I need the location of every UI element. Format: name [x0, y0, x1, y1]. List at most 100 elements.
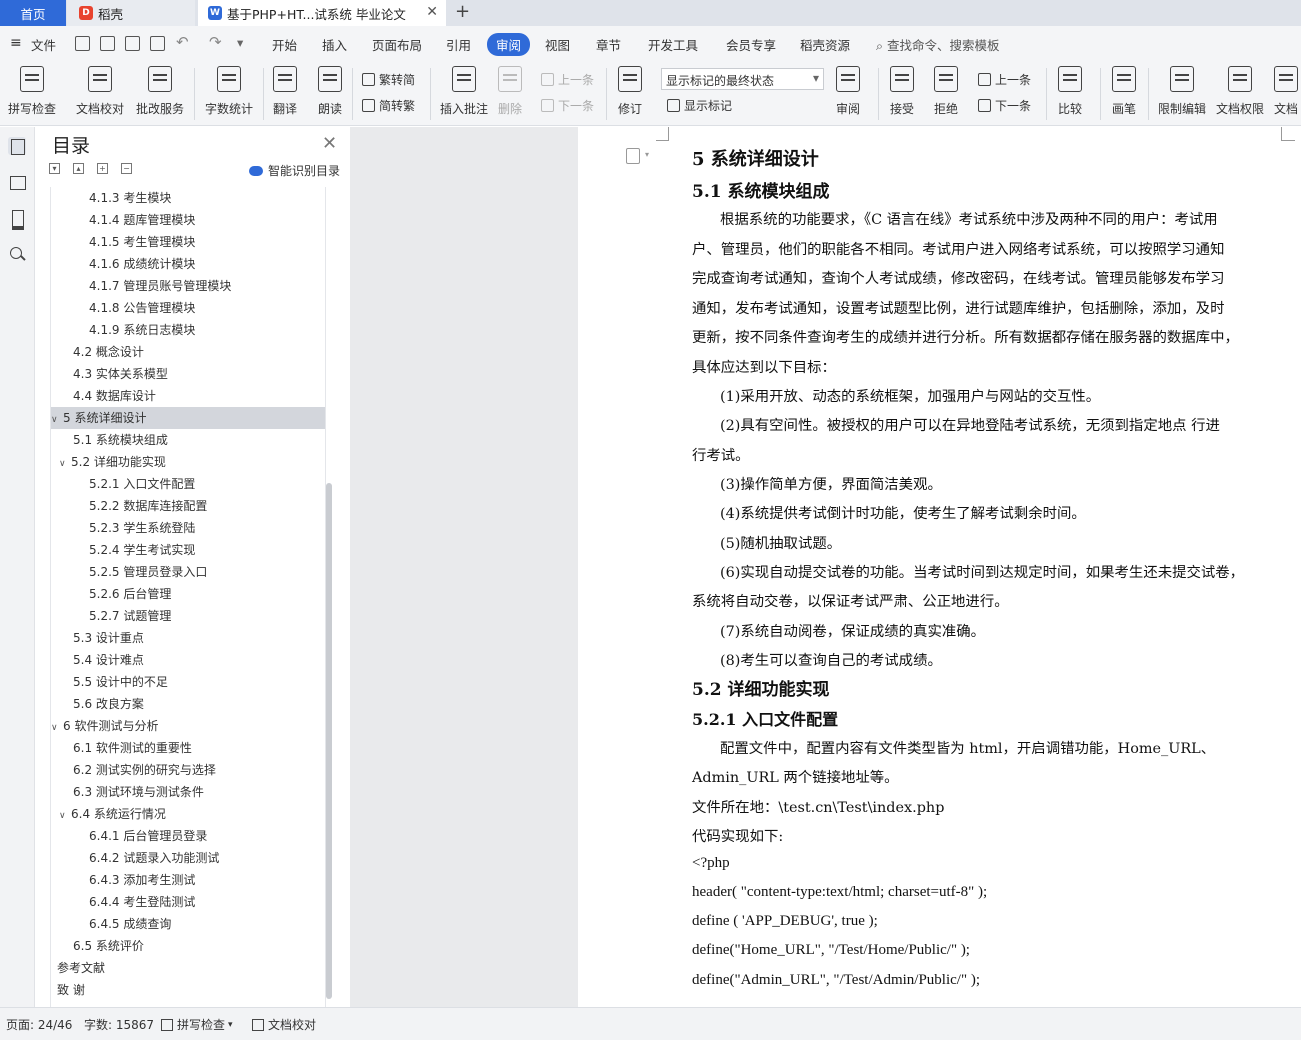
menu-layout[interactable]: 页面布局	[372, 35, 422, 54]
toc-item[interactable]: 6.4.1 后台管理员登录	[51, 825, 325, 847]
menu-review[interactable]: 审阅	[487, 33, 531, 56]
status-spellcheck-button[interactable]: 拼写检查 ▾	[161, 1016, 233, 1033]
paragraph-tools-icon[interactable]	[626, 148, 640, 164]
menu-chapter[interactable]: 章节	[596, 35, 621, 54]
markup-state-select[interactable]: 显示标记的最终状态	[661, 68, 824, 90]
toc-item[interactable]: ∨ 6 软件测试与分析	[51, 715, 325, 739]
toc-item[interactable]: 4.1.9 系统日志模块	[51, 319, 325, 341]
compare-button[interactable]: 比较	[1058, 66, 1082, 117]
tab-document[interactable]: W 基于PHP+HT...试系统 毕业论文 ✕	[198, 0, 446, 26]
remove-heading-icon[interactable]: −	[121, 163, 132, 174]
toc-item[interactable]: 4.1.3 考生模块	[51, 187, 325, 209]
read-aloud-button[interactable]: 朗读	[318, 66, 342, 117]
toc-item[interactable]: ∨ 6.4 系统运行情况	[51, 803, 325, 825]
tab-home[interactable]: 首页	[0, 0, 66, 26]
reject-button[interactable]: 拒绝	[934, 66, 958, 117]
undo-icon[interactable]: ↶	[176, 33, 189, 51]
delete-comment-button[interactable]: 删除	[498, 66, 522, 117]
toc-item[interactable]: 4.1.6 成绩统计模块	[51, 253, 325, 275]
menu-insert[interactable]: 插入	[322, 35, 347, 54]
toc-panel-icon[interactable]	[8, 137, 26, 155]
toc-item[interactable]: 4.1.8 公告管理模块	[51, 297, 325, 319]
command-search[interactable]: ⌕ 查找命令、搜索模板	[876, 35, 1000, 54]
export-pdf-icon[interactable]	[100, 36, 115, 51]
status-proofread-button[interactable]: 文档校对	[252, 1016, 316, 1033]
toc-item[interactable]: 5.2.2 数据库连接配置	[51, 495, 325, 517]
navigation-pane-icon[interactable]	[8, 173, 26, 191]
toc-item[interactable]: ∨ 5.2 详细功能实现	[51, 451, 325, 475]
toc-item[interactable]: 5.4 设计难点	[51, 649, 325, 671]
menu-view[interactable]: 视图	[545, 35, 570, 54]
toc-item[interactable]: 6.5 系统评价	[51, 935, 325, 957]
next-comment-button[interactable]: 下一条	[541, 97, 594, 114]
toc-item[interactable]: 致 谢	[51, 979, 325, 1001]
simp-to-trad-button[interactable]: 简转繁	[362, 97, 415, 114]
toc-item[interactable]: 5.2.1 入口文件配置	[51, 473, 325, 495]
menu-file[interactable]: 文件	[31, 35, 56, 54]
expand-level-icon[interactable]: ▴	[73, 163, 84, 174]
smart-toc-button[interactable]: 智能识别目录	[249, 162, 340, 179]
toc-item[interactable]: 6.4.4 考生登陆测试	[51, 891, 325, 913]
batch-service-button[interactable]: 批改服务	[136, 66, 184, 117]
pen-button[interactable]: 画笔	[1112, 66, 1136, 117]
hamburger-icon[interactable]: ≡	[10, 35, 22, 51]
toc-item[interactable]: 6.2 测试实例的研究与选择	[51, 759, 325, 781]
expand-caret-icon[interactable]: ∨	[51, 409, 63, 431]
menu-devtools[interactable]: 开发工具	[648, 35, 698, 54]
toc-item[interactable]: 5.3 设计重点	[51, 627, 325, 649]
toc-item[interactable]: 5.6 改良方案	[51, 693, 325, 715]
prev-comment-button[interactable]: 上一条	[541, 71, 594, 88]
bookmark-icon[interactable]	[8, 209, 26, 230]
track-changes-button[interactable]: 修订	[618, 66, 642, 117]
expand-caret-icon[interactable]: ∨	[59, 453, 71, 475]
toc-item[interactable]: 5.5 设计中的不足	[51, 671, 325, 693]
toc-item[interactable]: 6.3 测试环境与测试条件	[51, 781, 325, 803]
word-count-indicator[interactable]: 字数: 15867	[84, 1016, 154, 1033]
print-icon[interactable]	[125, 36, 140, 51]
print-preview-icon[interactable]	[150, 36, 165, 51]
toc-item[interactable]: 4.3 实体关系模型	[51, 363, 325, 385]
next-change-button[interactable]: 下一条	[978, 97, 1031, 114]
toc-item[interactable]: 5.1 系统模块组成	[51, 429, 325, 451]
toc-item[interactable]: 5.2.7 试题管理	[51, 605, 325, 627]
close-tab-icon[interactable]: ✕	[426, 4, 438, 20]
toc-item[interactable]: 6.4.5 成绩查询	[51, 913, 325, 935]
tab-daoke[interactable]: D 稻壳	[67, 0, 195, 26]
find-icon[interactable]	[8, 245, 26, 263]
doc-rights-button[interactable]: 文档权限	[1216, 66, 1264, 117]
redo-icon[interactable]: ↷	[209, 33, 222, 51]
toc-item[interactable]: 4.1.4 题库管理模块	[51, 209, 325, 231]
word-count-button[interactable]: 字数统计	[205, 66, 253, 117]
toc-item[interactable]: 4.1.7 管理员账号管理模块	[51, 275, 325, 297]
prev-change-button[interactable]: 上一条	[978, 71, 1031, 88]
trad-to-simp-button[interactable]: 繁转简	[362, 71, 415, 88]
page-indicator[interactable]: 页面: 24/46	[6, 1016, 72, 1033]
toc-item[interactable]: 4.2 概念设计	[51, 341, 325, 363]
menu-member[interactable]: 会员专享	[726, 35, 776, 54]
more-quick-icon[interactable]: ▾	[237, 35, 243, 50]
review-pane-button[interactable]: 审阅	[836, 66, 860, 117]
toc-item[interactable]: 5.2.6 后台管理	[51, 583, 325, 605]
toc-item[interactable]: 5.2.3 学生系统登陆	[51, 517, 325, 539]
toc-item[interactable]: 4.4 数据库设计	[51, 385, 325, 407]
new-tab-button[interactable]: +	[455, 1, 470, 22]
toc-item[interactable]: 6.4.3 添加考生测试	[51, 869, 325, 891]
toc-item[interactable]: 6.1 软件测试的重要性	[51, 737, 325, 759]
translate-button[interactable]: 翻译	[273, 66, 297, 117]
restrict-edit-button[interactable]: 限制编辑	[1158, 66, 1206, 117]
doc-proofread-button[interactable]: 文档校对	[76, 66, 124, 117]
close-toc-icon[interactable]: ✕	[322, 133, 337, 154]
menu-reference[interactable]: 引用	[446, 35, 471, 54]
collapse-all-icon[interactable]: ▾	[49, 163, 60, 174]
toc-item[interactable]: 参考文献	[51, 957, 325, 979]
toc-scrollbar[interactable]	[326, 483, 332, 999]
expand-caret-icon[interactable]: ∨	[51, 717, 63, 739]
toc-item[interactable]: 5.2.5 管理员登录入口	[51, 561, 325, 583]
doc-more-button[interactable]: 文档	[1274, 66, 1301, 117]
add-heading-icon[interactable]: +	[97, 163, 108, 174]
save-icon[interactable]	[75, 36, 90, 51]
menu-start[interactable]: 开始	[272, 35, 297, 54]
show-markup-button[interactable]: 显示标记	[667, 97, 732, 114]
accept-button[interactable]: 接受	[890, 66, 914, 117]
menu-daoke-resources[interactable]: 稻壳资源	[800, 35, 850, 54]
